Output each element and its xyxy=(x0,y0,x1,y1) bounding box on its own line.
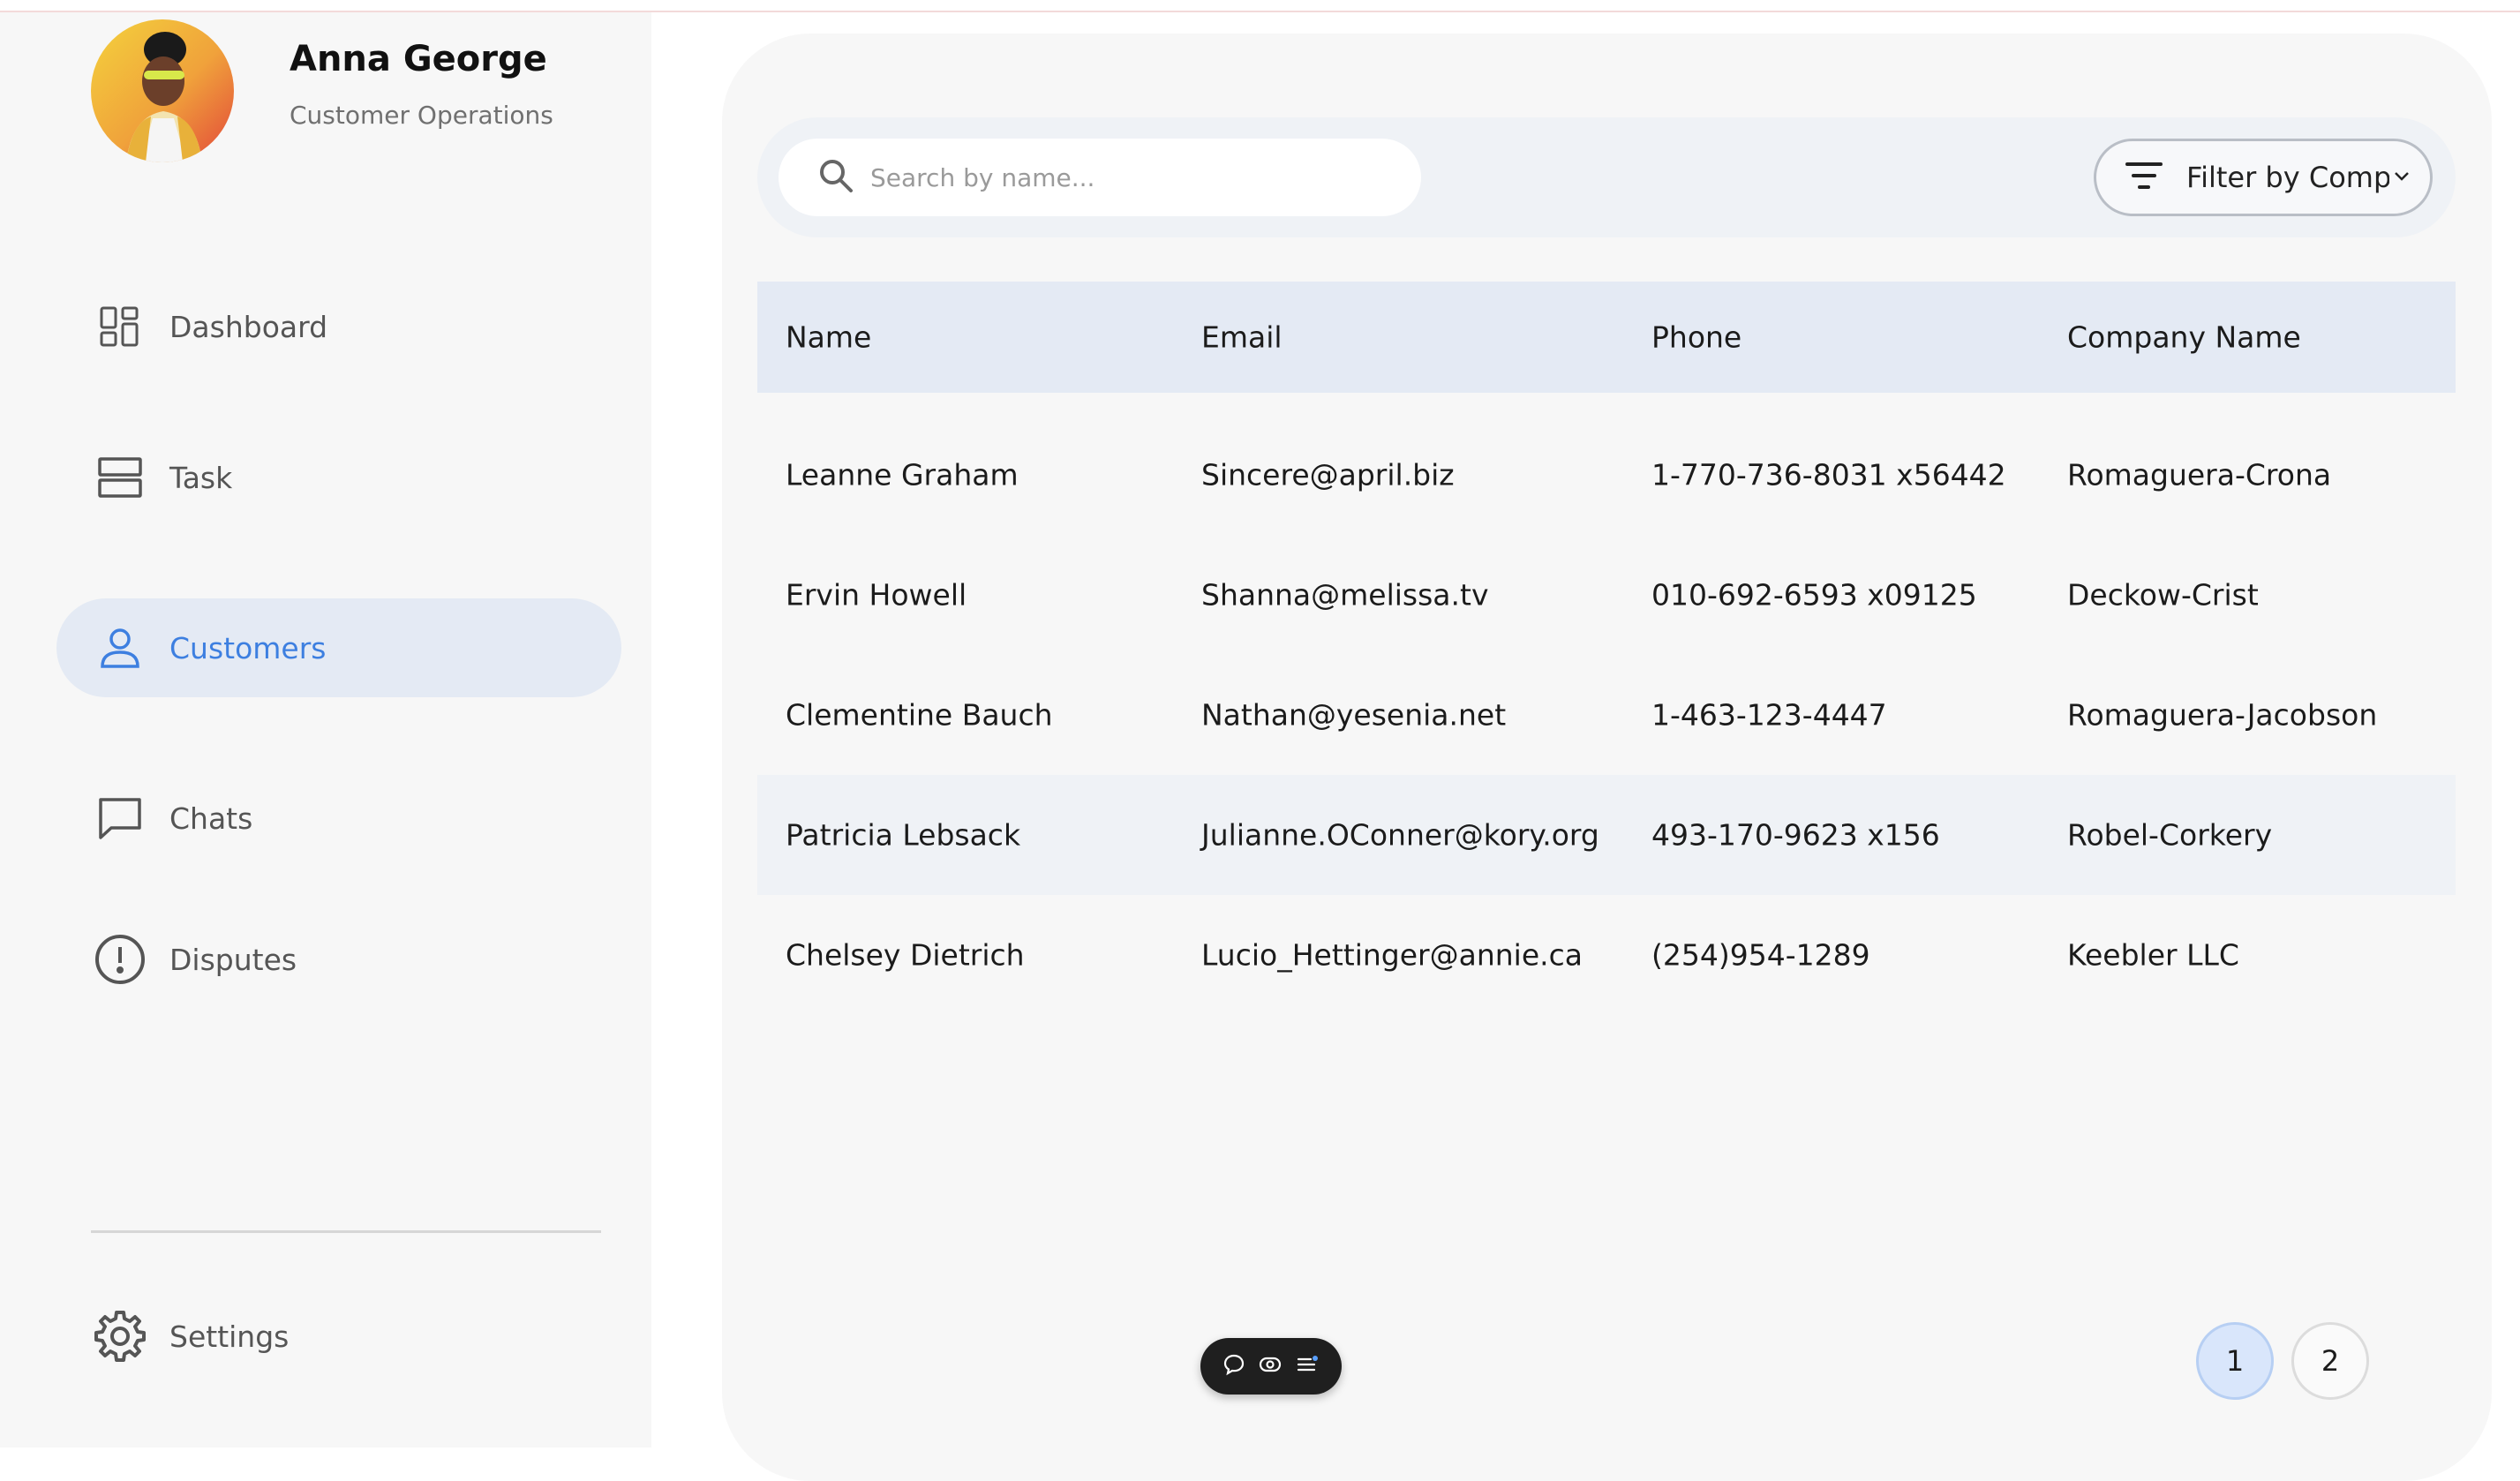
chevron-down-icon xyxy=(2393,169,2411,186)
column-header-company[interactable]: Company Name xyxy=(2067,320,2301,355)
sidebar-item-label: Customers xyxy=(169,630,327,665)
filter-label: Filter by Comp xyxy=(2186,161,2389,194)
cell-email: Shanna@melissa.tv xyxy=(1201,577,1489,613)
sidebar-item-customers[interactable]: Customers xyxy=(56,598,621,697)
sidebar-item-disputes[interactable]: Disputes xyxy=(56,910,621,1009)
table-row[interactable]: Leanne Graham Sincere@april.biz 1-770-73… xyxy=(757,415,2456,535)
gear-icon xyxy=(92,1308,148,1364)
search-box[interactable] xyxy=(779,139,1421,216)
cell-name: Leanne Graham xyxy=(786,457,1019,492)
cell-phone: 493-170-9623 x156 xyxy=(1651,817,1940,853)
table-row[interactable]: Ervin Howell Shanna@melissa.tv 010-692-6… xyxy=(757,535,2456,655)
cell-name: Chelsey Dietrich xyxy=(786,937,1025,973)
sidebar-item-chats[interactable]: Chats xyxy=(56,769,621,868)
menu-icon[interactable] xyxy=(1295,1353,1320,1380)
sidebar-item-label: Disputes xyxy=(169,942,297,977)
sidebar-item-task[interactable]: Task xyxy=(56,428,621,527)
avatar[interactable] xyxy=(91,19,234,162)
sidebar: Anna George Customer Operations Dashboar… xyxy=(0,12,651,1447)
cell-company: Deckow-Crist xyxy=(2067,577,2259,613)
cell-email: Julianne.OConner@kory.org xyxy=(1201,817,1599,853)
user-icon xyxy=(92,620,148,676)
chat-icon xyxy=(92,790,148,846)
filter-by-company-select[interactable]: Filter by Comp xyxy=(2094,139,2433,216)
toolbar: Filter by Comp xyxy=(757,117,2456,237)
sidebar-item-label: Settings xyxy=(169,1319,290,1354)
page-button-1[interactable]: 1 xyxy=(2196,1322,2274,1400)
cell-name: Patricia Lebsack xyxy=(786,817,1021,853)
cell-phone: 1-463-123-4447 xyxy=(1651,697,1887,733)
alert-circle-icon xyxy=(92,931,148,988)
table-row[interactable]: Patricia Lebsack Julianne.OConner@kory.o… xyxy=(757,775,2456,895)
filter-icon xyxy=(2125,160,2163,195)
cell-company: Keebler LLC xyxy=(2067,937,2239,973)
table-header: Name Email Phone Company Name xyxy=(757,282,2456,393)
column-header-phone[interactable]: Phone xyxy=(1651,320,1741,355)
cell-company: Romaguera-Crona xyxy=(2067,457,2332,492)
cell-company: Robel-Corkery xyxy=(2067,817,2273,853)
eye-icon[interactable] xyxy=(1258,1353,1283,1380)
floating-toolbar xyxy=(1200,1338,1342,1395)
sidebar-divider xyxy=(91,1230,601,1233)
sidebar-item-label: Chats xyxy=(169,801,253,836)
cell-company: Romaguera-Jacobson xyxy=(2067,697,2378,733)
cell-phone: 010-692-6593 x09125 xyxy=(1651,577,1977,613)
search-input[interactable] xyxy=(870,162,1365,192)
table-row[interactable]: Clementine Bauch Nathan@yesenia.net 1-46… xyxy=(757,655,2456,775)
main-panel: Filter by Comp Name Email Phone Company … xyxy=(722,34,2492,1481)
user-role: Customer Operations xyxy=(290,101,553,130)
sidebar-item-settings[interactable]: Settings xyxy=(56,1287,621,1386)
dashboard-icon xyxy=(92,298,148,355)
cell-email: Lucio_Hettinger@annie.ca xyxy=(1201,937,1583,973)
cell-email: Nathan@yesenia.net xyxy=(1201,697,1507,733)
sidebar-item-label: Task xyxy=(169,460,233,495)
cell-phone: 1-770-736-8031 x56442 xyxy=(1651,457,2006,492)
sidebar-item-dashboard[interactable]: Dashboard xyxy=(56,277,621,376)
column-header-email[interactable]: Email xyxy=(1201,320,1283,355)
cell-email: Sincere@april.biz xyxy=(1201,457,1455,492)
user-name: Anna George xyxy=(290,39,547,79)
pagination: 1 2 xyxy=(2196,1322,2369,1400)
search-icon xyxy=(817,157,854,198)
cell-phone: (254)954-1289 xyxy=(1651,937,1870,973)
cell-name: Ervin Howell xyxy=(786,577,967,613)
customers-table: Name Email Phone Company Name Leanne Gra… xyxy=(757,282,2456,1015)
page-button-2[interactable]: 2 xyxy=(2291,1322,2369,1400)
sidebar-item-label: Dashboard xyxy=(169,309,328,344)
task-icon xyxy=(92,449,148,506)
table-row[interactable]: Chelsey Dietrich Lucio_Hettinger@annie.c… xyxy=(757,895,2456,1015)
top-border xyxy=(0,0,2520,12)
cell-name: Clementine Bauch xyxy=(786,697,1053,733)
column-header-name[interactable]: Name xyxy=(786,320,871,355)
comment-icon[interactable] xyxy=(1222,1353,1245,1380)
